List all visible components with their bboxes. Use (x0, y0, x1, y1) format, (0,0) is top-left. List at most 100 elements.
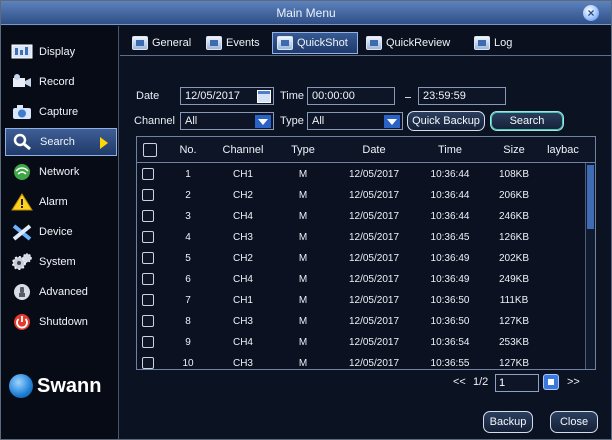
column-header-channel: Channel (222, 144, 264, 156)
column-header-type: Type (291, 144, 315, 156)
backup-button[interactable]: Backup (483, 411, 533, 433)
table-row[interactable]: 5 CH2 M 12/05/2017 10:36:49 202KB (137, 249, 583, 270)
swann-logo-icon (9, 374, 33, 398)
pager-prev[interactable]: << (453, 376, 466, 388)
row-checkbox[interactable] (142, 252, 154, 264)
cell-date: 12/05/2017 (348, 337, 400, 348)
cell-time: 10:36:55 (430, 358, 470, 369)
chevron-right-icon (100, 137, 108, 149)
table-scrollbar[interactable] (585, 163, 595, 369)
table-row[interactable]: 1 CH1 M 12/05/2017 10:36:44 108KB (137, 165, 583, 186)
cell-date: 12/05/2017 (348, 232, 400, 243)
type-select[interactable]: All (307, 112, 403, 130)
sidebar-item-label: Search (40, 136, 75, 148)
sidebar-item-label: Shutdown (39, 316, 88, 328)
cell-size: 127KB (498, 316, 530, 327)
table-row[interactable]: 7 CH1 M 12/05/2017 10:36:50 111KB (137, 291, 583, 312)
table-row[interactable]: 10 CH3 M 12/05/2017 10:36:55 127KB (137, 354, 583, 369)
cell-size: 206KB (498, 190, 530, 201)
cell-channel: CH2 (232, 253, 253, 264)
cell-channel: CH1 (232, 295, 253, 306)
log-tab-icon (474, 36, 490, 50)
page-number-input[interactable]: 1 (495, 374, 539, 392)
tab-label: Log (494, 37, 513, 49)
table-row[interactable]: 4 CH3 M 12/05/2017 10:36:45 126KB (137, 228, 583, 249)
quickshot-tab-icon (277, 36, 293, 50)
sidebar-item-label: Record (39, 76, 75, 88)
row-checkbox[interactable] (142, 315, 154, 327)
sidebar-item-system[interactable]: System (5, 248, 117, 276)
cell-no: 7 (185, 295, 191, 306)
table-row[interactable]: 2 CH2 M 12/05/2017 10:36:44 206KB (137, 186, 583, 207)
cell-type: M (298, 211, 308, 222)
cell-time: 10:36:50 (430, 295, 470, 306)
channel-select[interactable]: All (180, 112, 274, 130)
pager-next[interactable]: >> (567, 376, 580, 388)
sidebar-item-advanced[interactable]: Advanced (5, 278, 117, 306)
network-icon (11, 163, 33, 181)
time-end-field[interactable]: 23:59:59 (418, 87, 506, 105)
row-checkbox[interactable] (142, 357, 154, 369)
row-checkbox[interactable] (142, 189, 154, 201)
go-to-page-button[interactable] (543, 374, 559, 390)
tab-general[interactable]: General (128, 32, 200, 54)
date-label: Date (136, 90, 160, 102)
row-checkbox[interactable] (142, 273, 154, 285)
cell-no: 2 (185, 190, 191, 201)
table-row[interactable]: 6 CH4 M 12/05/2017 10:36:49 249KB (137, 270, 583, 291)
cell-date: 12/05/2017 (348, 295, 400, 306)
tab-events[interactable]: Events (202, 32, 268, 54)
cell-size: 127KB (498, 358, 530, 369)
content-panel: General Events QuickShot QuickReview Log… (120, 26, 611, 439)
events-tab-icon (206, 36, 222, 50)
tab-log[interactable]: Log (470, 32, 520, 54)
cell-channel: CH4 (232, 274, 253, 285)
table-header: No. Channel Type Date Time Size laybac (137, 137, 595, 163)
sidebar-item-label: Network (39, 166, 80, 178)
sidebar-item-capture[interactable]: Capture (5, 98, 117, 126)
table-row[interactable]: 3 CH4 M 12/05/2017 10:36:44 246KB (137, 207, 583, 228)
sidebar-item-label: Advanced (39, 286, 88, 298)
cell-type: M (298, 316, 308, 327)
close-icon[interactable]: × (583, 5, 599, 21)
sidebar-item-network[interactable]: Network (5, 158, 117, 186)
time-start-value: 00:00:00 (312, 90, 355, 102)
date-field[interactable]: 12/05/2017 (180, 87, 274, 105)
cell-type: M (298, 295, 308, 306)
sidebar-item-device[interactable]: Device (5, 218, 117, 246)
sidebar-item-label: Display (39, 46, 76, 58)
cell-size: 253KB (498, 337, 530, 348)
sidebar-item-shutdown[interactable]: Shutdown (5, 308, 117, 336)
column-header-no: No. (179, 144, 197, 156)
table-row[interactable]: 8 CH3 M 12/05/2017 10:36:50 127KB (137, 312, 583, 333)
calendar-icon[interactable] (257, 90, 271, 103)
cell-size: 249KB (498, 274, 530, 285)
close-button[interactable]: Close (550, 411, 598, 433)
cell-no: 3 (185, 211, 191, 222)
row-checkbox[interactable] (142, 336, 154, 348)
time-start-field[interactable]: 00:00:00 (307, 87, 395, 105)
channel-value: All (185, 115, 198, 127)
row-checkbox[interactable] (142, 231, 154, 243)
cell-time: 10:36:44 (430, 169, 470, 180)
search-button[interactable]: Search (490, 111, 564, 131)
cell-type: M (298, 253, 308, 264)
row-checkbox[interactable] (142, 294, 154, 306)
cell-date: 12/05/2017 (348, 253, 400, 264)
system-icon (11, 253, 33, 271)
scrollbar-thumb[interactable] (587, 165, 594, 229)
table-row[interactable]: 9 CH4 M 12/05/2017 10:36:54 253KB (137, 333, 583, 354)
row-checkbox[interactable] (142, 168, 154, 180)
channel-label: Channel (134, 115, 175, 127)
row-checkbox[interactable] (142, 210, 154, 222)
time-label: Time (280, 90, 305, 102)
tab-quickreview[interactable]: QuickReview (362, 32, 466, 54)
sidebar-item-display[interactable]: Display (5, 38, 117, 66)
quick-backup-button[interactable]: Quick Backup (407, 111, 485, 131)
tab-label: General (152, 37, 192, 49)
tab-quickshot[interactable]: QuickShot (272, 32, 358, 54)
sidebar-item-record[interactable]: Record (5, 68, 117, 96)
select-all-checkbox[interactable] (143, 143, 157, 157)
sidebar-item-alarm[interactable]: Alarm (5, 188, 117, 216)
sidebar-item-search[interactable]: Search (5, 128, 117, 156)
